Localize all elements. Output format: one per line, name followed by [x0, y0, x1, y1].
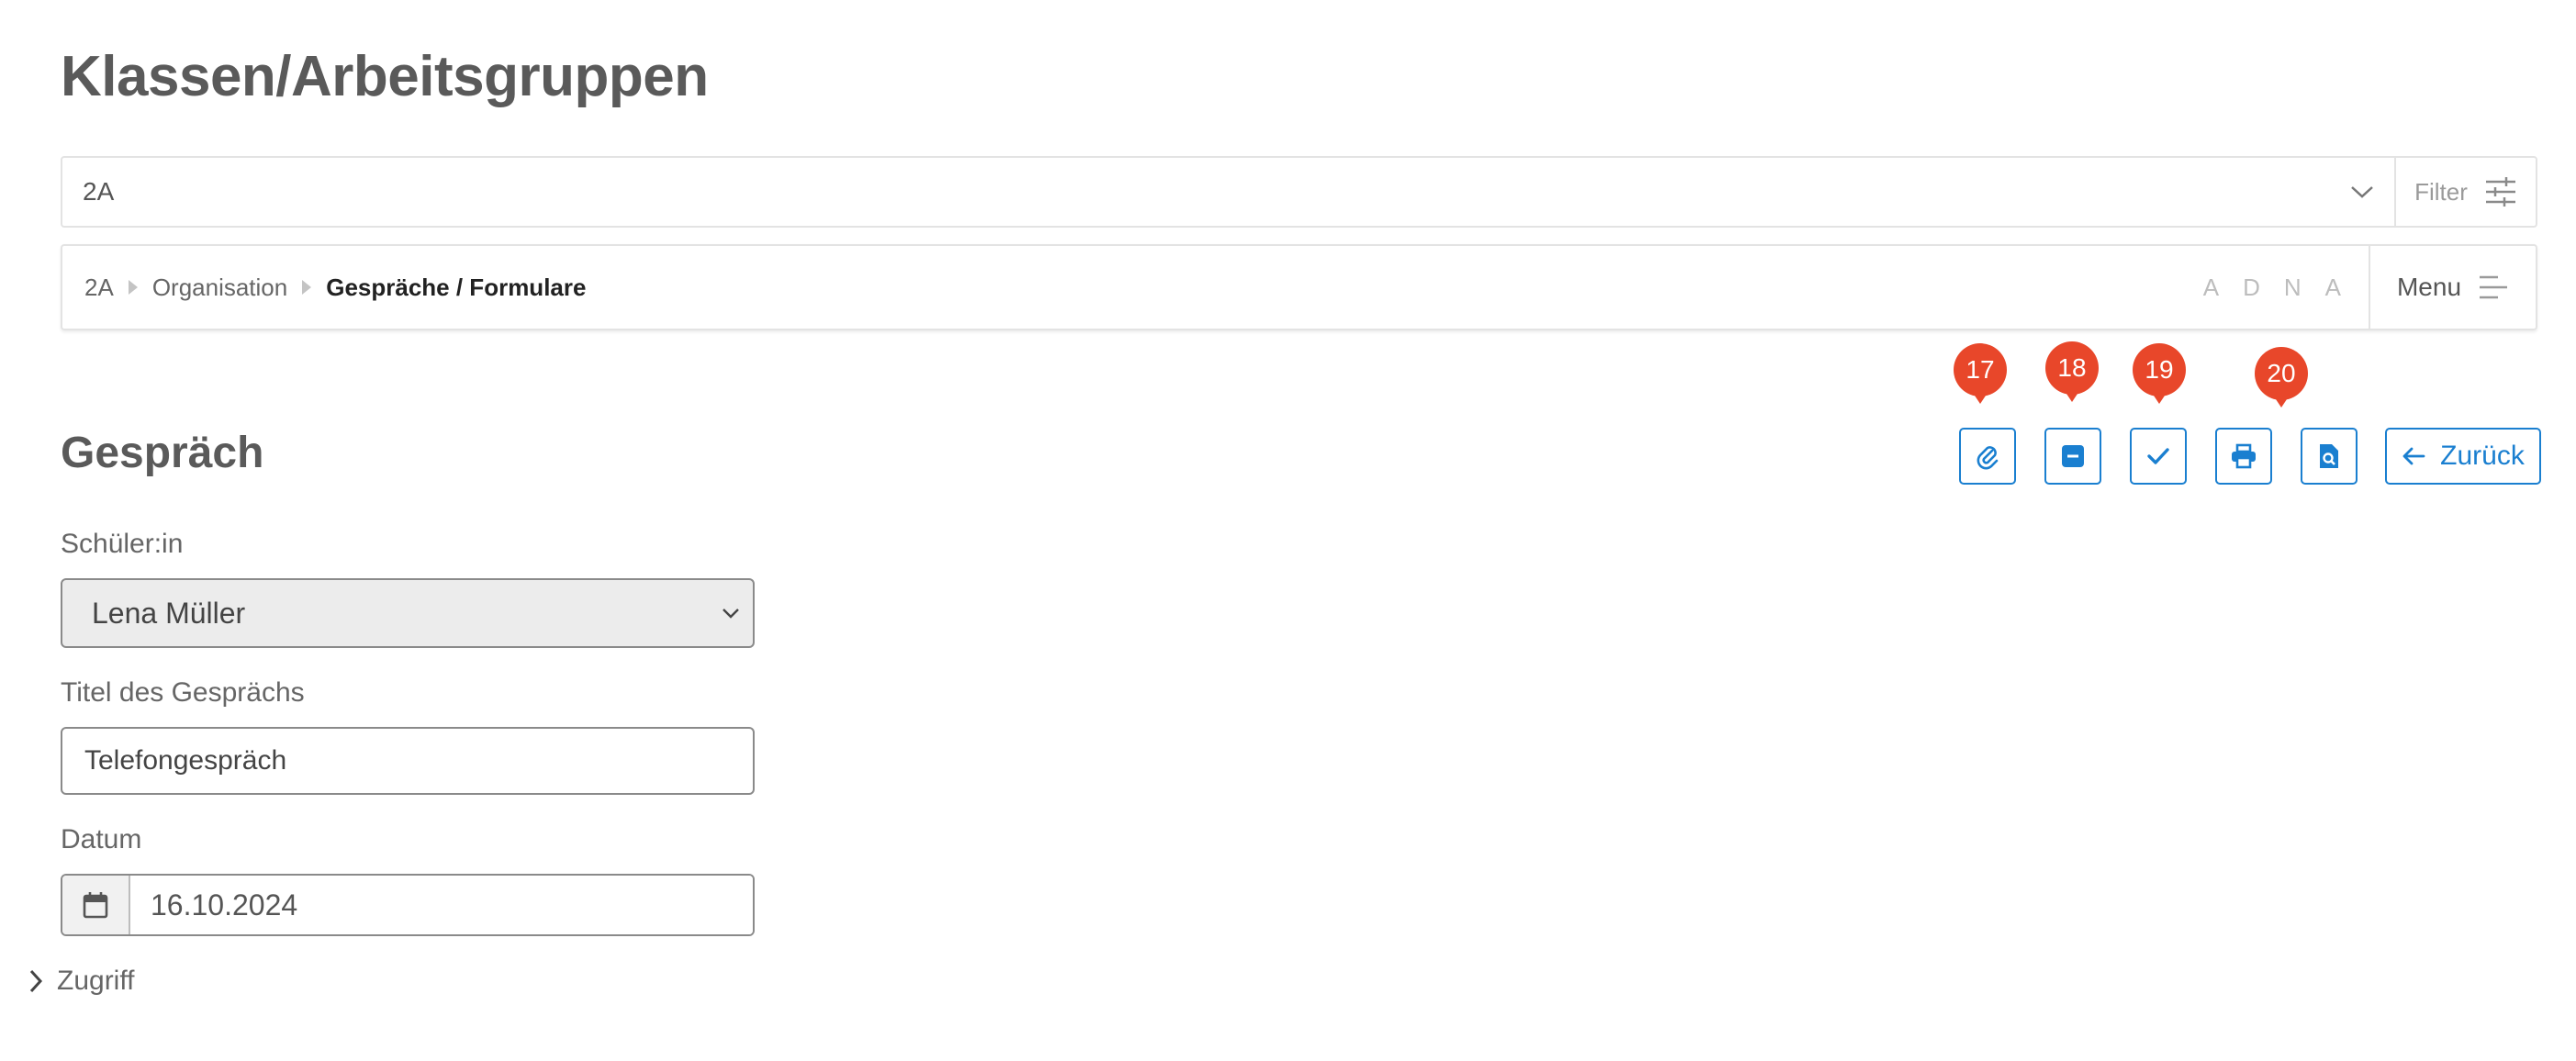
status-letter: N: [2283, 273, 2302, 301]
page-title: Klassen/Arbeitsgruppen: [61, 45, 709, 108]
menu-button[interactable]: Menu: [2369, 246, 2536, 329]
date-field: [61, 874, 755, 936]
breadcrumb: 2A Organisation Gespräche / Formulare: [62, 246, 2203, 329]
check-icon: [2147, 448, 2169, 464]
status-letter: A: [2202, 273, 2220, 301]
confirm-button[interactable]: [2130, 428, 2187, 485]
arrow-left-icon: [2402, 447, 2425, 465]
file-search-icon: [2320, 444, 2338, 468]
sliders-icon: [2485, 177, 2515, 207]
marker-badge: 17: [1954, 343, 2007, 404]
paperclip-icon: [1977, 446, 1999, 470]
breadcrumb-separator-icon: [128, 280, 138, 295]
chevron-down-icon: [722, 609, 739, 619]
calendar-icon: [83, 892, 108, 919]
calendar-button[interactable]: [62, 876, 130, 934]
marker-badge: 18: [2045, 341, 2099, 402]
chevron-down-icon: [2351, 186, 2373, 198]
access-toggle[interactable]: Zugriff: [28, 966, 134, 997]
class-select[interactable]: 2A: [62, 158, 2394, 226]
menu-lines-icon: [2480, 275, 2508, 299]
breadcrumb-current: Gespräche / Formulare: [326, 273, 587, 301]
student-select[interactable]: Lena Müller: [61, 578, 755, 648]
status-letter: D: [2243, 273, 2260, 301]
student-select-value: Lena Müller: [92, 596, 246, 630]
breadcrumb-separator-icon: [302, 280, 312, 295]
class-filter-bar: 2A Filter: [61, 156, 2537, 228]
breadcrumb-bar: 2A Organisation Gespräche / Formulare A …: [61, 244, 2537, 330]
student-label: Schüler:in: [61, 529, 184, 559]
date-input[interactable]: [130, 876, 753, 934]
preview-button[interactable]: [2301, 428, 2358, 485]
marker-badge: 20: [2255, 347, 2308, 408]
filter-button[interactable]: Filter: [2394, 158, 2536, 226]
attach-button[interactable]: [1959, 428, 2016, 485]
chevron-right-icon: [29, 969, 43, 993]
menu-label: Menu: [2396, 273, 2462, 301]
status-letters: A D N A: [2203, 246, 2369, 329]
breadcrumb-item-class[interactable]: 2A: [84, 274, 114, 302]
minus-square-icon: [2062, 445, 2084, 467]
deactivate-button[interactable]: [2044, 428, 2101, 485]
class-select-value: 2A: [83, 177, 115, 206]
section-title: Gespräch: [61, 429, 264, 477]
filter-label: Filter: [2414, 177, 2468, 206]
conversation-title-label: Titel des Gesprächs: [61, 677, 305, 708]
printer-icon: [2232, 443, 2256, 469]
date-label: Datum: [61, 824, 142, 854]
print-button[interactable]: [2215, 428, 2272, 485]
access-label: Zugriff: [57, 966, 135, 996]
back-label: Zurück: [2440, 441, 2525, 471]
status-letter: A: [2324, 273, 2341, 301]
conversation-title-input[interactable]: [61, 727, 755, 795]
marker-badge: 19: [2133, 343, 2186, 404]
back-button[interactable]: Zurück: [2385, 428, 2541, 485]
breadcrumb-item-organisation[interactable]: Organisation: [152, 274, 287, 302]
